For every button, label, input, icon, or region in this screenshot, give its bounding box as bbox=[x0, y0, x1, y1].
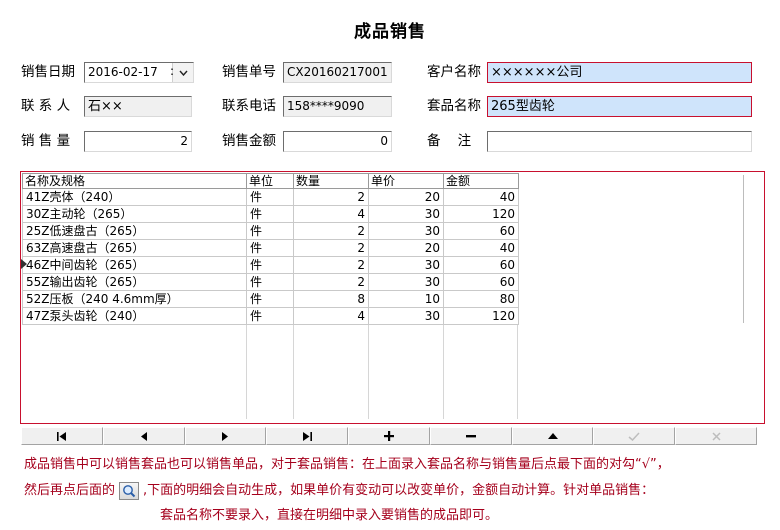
cell-amount[interactable]: 40 bbox=[443, 239, 519, 257]
help-note-line-1: 成品销售中可以销售套品也可以销售单品，对于套品销售：在上面录入套品名称与销售量后… bbox=[24, 457, 670, 472]
cell-name[interactable]: 52Z压板（240 4.6mm厚） bbox=[22, 290, 247, 308]
sale-no-field[interactable]: CX20160217001 bbox=[283, 62, 392, 83]
cell-quantity[interactable]: 2 bbox=[293, 273, 369, 291]
cell-price[interactable]: 30 bbox=[368, 205, 444, 223]
magnifier-icon bbox=[119, 481, 140, 500]
grid-scrollbar[interactable] bbox=[743, 175, 744, 323]
chevron-down-icon[interactable]: : bbox=[170, 63, 193, 82]
cell-unit[interactable]: 件 bbox=[246, 273, 294, 291]
cell-price[interactable]: 30 bbox=[368, 273, 444, 291]
help-note-line-2a: 然后再点后面的 bbox=[24, 483, 116, 498]
cell-quantity[interactable]: 2 bbox=[293, 188, 369, 206]
customer-label: 客户名称 bbox=[427, 64, 481, 80]
column-header-unit[interactable]: 单位 bbox=[246, 173, 294, 189]
cell-price[interactable]: 20 bbox=[368, 239, 444, 257]
column-header-name[interactable]: 名称及规格 bbox=[22, 173, 247, 189]
cell-unit[interactable]: 件 bbox=[246, 239, 294, 257]
first-record-button[interactable] bbox=[21, 427, 103, 445]
prior-record-button[interactable] bbox=[102, 427, 185, 445]
current-row-indicator-icon bbox=[21, 259, 27, 269]
cell-name[interactable]: 30Z主动轮（265） bbox=[22, 205, 247, 223]
sale-date-label: 销售日期 bbox=[21, 64, 75, 80]
cell-unit[interactable]: 件 bbox=[246, 188, 294, 206]
cell-amount[interactable]: 40 bbox=[443, 188, 519, 206]
next-record-button[interactable] bbox=[184, 427, 267, 445]
set-name-field[interactable]: 265型齿轮 bbox=[487, 96, 752, 117]
cell-price[interactable]: 10 bbox=[368, 290, 444, 308]
phone-label: 联系电话 bbox=[222, 98, 276, 114]
table-row[interactable]: 46Z中间齿轮（265） 件 2 30 60 bbox=[22, 256, 519, 274]
remark-field[interactable] bbox=[487, 131, 752, 152]
table-row[interactable]: 25Z低速盘古（265） 件 2 30 60 bbox=[22, 222, 519, 240]
cell-quantity[interactable]: 2 bbox=[293, 239, 369, 257]
cell-amount[interactable]: 60 bbox=[443, 273, 519, 291]
cell-price[interactable]: 30 bbox=[368, 222, 444, 240]
cell-name[interactable]: 25Z低速盘古（265） bbox=[22, 222, 247, 240]
phone-field[interactable]: 158****9090 bbox=[283, 96, 392, 117]
column-header-quantity[interactable]: 数量 bbox=[293, 173, 369, 189]
remark-label: 备 注 bbox=[427, 133, 472, 149]
contact-field[interactable]: 石×× bbox=[84, 96, 192, 117]
quantity-field[interactable]: 2 bbox=[84, 131, 192, 152]
post-record-check-icon[interactable] bbox=[593, 427, 676, 445]
cell-amount[interactable]: 80 bbox=[443, 290, 519, 308]
column-header-amount[interactable]: 金额 bbox=[443, 173, 519, 189]
cell-quantity[interactable]: 2 bbox=[293, 256, 369, 274]
help-note-line-2b: ,下面的明细会自动生成，如果单价有变动可以改变单价，金额自动计算。针对单品销售： bbox=[143, 483, 655, 498]
cell-unit[interactable]: 件 bbox=[246, 222, 294, 240]
cell-amount[interactable]: 60 bbox=[443, 256, 519, 274]
cell-unit[interactable]: 件 bbox=[246, 307, 294, 325]
cell-name[interactable]: 55Z输出齿轮（265） bbox=[22, 273, 247, 291]
cell-quantity[interactable]: 2 bbox=[293, 222, 369, 240]
cancel-edit-x-icon[interactable] bbox=[675, 427, 758, 445]
record-navigator bbox=[21, 427, 758, 445]
edit-record-button[interactable] bbox=[511, 427, 594, 445]
help-note-line-3: 套品名称不要录入，直接在明细中录入要销售的成品即可。 bbox=[160, 508, 499, 523]
column-header-price[interactable]: 单价 bbox=[368, 173, 444, 189]
cell-amount[interactable]: 120 bbox=[443, 307, 519, 325]
insert-record-button[interactable] bbox=[348, 427, 430, 445]
set-name-label: 套品名称 bbox=[427, 98, 481, 114]
help-note-line-2: 然后再点后面的 ,下面的明细会自动生成，如果单价有变动可以改变单价，金额自动计算。… bbox=[24, 481, 654, 501]
table-row[interactable]: 41Z壳体（240） 件 2 20 40 bbox=[22, 188, 519, 206]
amount-field[interactable]: 0 bbox=[283, 131, 392, 152]
contact-label: 联 系 人 bbox=[21, 98, 71, 114]
sale-date-picker[interactable]: 2016-02-17 : bbox=[84, 62, 194, 83]
cell-price[interactable]: 20 bbox=[368, 188, 444, 206]
grid-empty-area bbox=[22, 325, 518, 419]
delete-record-button[interactable] bbox=[429, 427, 512, 445]
cell-amount[interactable]: 120 bbox=[443, 205, 519, 223]
table-row[interactable]: 52Z压板（240 4.6mm厚） 件 8 10 80 bbox=[22, 290, 519, 308]
cell-name[interactable]: 47Z泵头齿轮（240） bbox=[22, 307, 247, 325]
customer-field[interactable]: ××××××公司 bbox=[487, 62, 752, 83]
quantity-label: 销 售 量 bbox=[21, 133, 71, 149]
sale-no-label: 销售单号 bbox=[222, 64, 276, 80]
last-record-button[interactable] bbox=[266, 427, 349, 445]
cell-quantity[interactable]: 4 bbox=[293, 205, 369, 223]
cell-quantity[interactable]: 4 bbox=[293, 307, 369, 325]
cell-unit[interactable]: 件 bbox=[246, 256, 294, 274]
cell-name[interactable]: 63Z高速盘古（265） bbox=[22, 239, 247, 257]
page-title: 成品销售 bbox=[354, 22, 426, 42]
cell-name[interactable]: 41Z壳体（240） bbox=[22, 188, 247, 206]
cell-unit[interactable]: 件 bbox=[246, 205, 294, 223]
table-header-row: 名称及规格 单位 数量 单价 金额 bbox=[22, 173, 519, 189]
table-row[interactable]: 30Z主动轮（265） 件 4 30 120 bbox=[22, 205, 519, 223]
cell-amount[interactable]: 60 bbox=[443, 222, 519, 240]
detail-table: 名称及规格 单位 数量 单价 金额 41Z壳体（240） 件 2 20 40 3… bbox=[22, 173, 519, 325]
cell-unit[interactable]: 件 bbox=[246, 290, 294, 308]
amount-label: 销售金额 bbox=[222, 133, 276, 149]
cell-quantity[interactable]: 8 bbox=[293, 290, 369, 308]
table-row[interactable]: 63Z高速盘古（265） 件 2 20 40 bbox=[22, 239, 519, 257]
cell-price[interactable]: 30 bbox=[368, 256, 444, 274]
sale-date-value: 2016-02-17 bbox=[88, 65, 158, 79]
cell-name[interactable]: 46Z中间齿轮（265） bbox=[22, 256, 247, 274]
table-row[interactable]: 55Z输出齿轮（265） 件 2 30 60 bbox=[22, 273, 519, 291]
table-row[interactable]: 47Z泵头齿轮（240） 件 4 30 120 bbox=[22, 307, 519, 325]
cell-price[interactable]: 30 bbox=[368, 307, 444, 325]
